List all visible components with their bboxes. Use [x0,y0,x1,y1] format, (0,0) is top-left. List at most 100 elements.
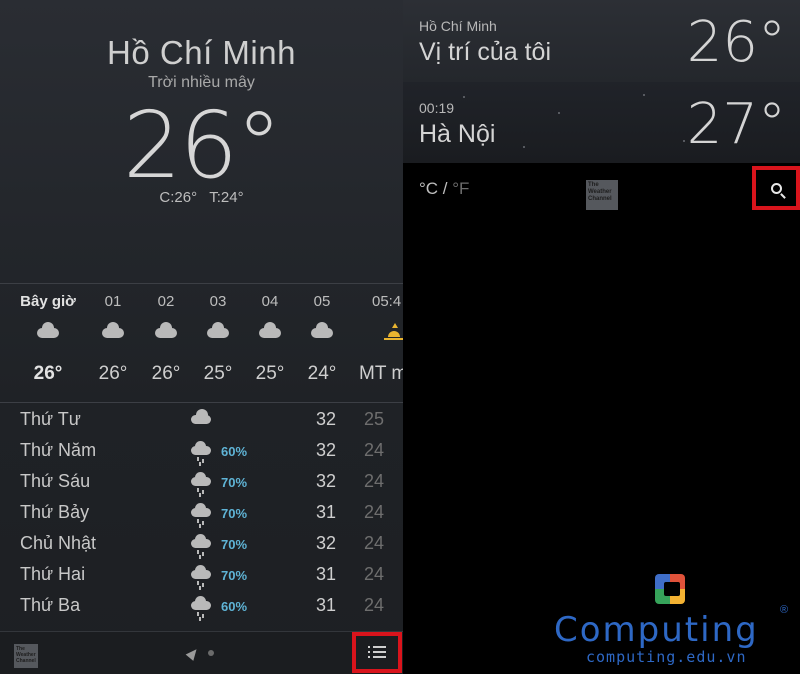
rain-icon [191,441,211,461]
hour-label: 01 [104,293,122,310]
hour-temp: MT m [359,363,403,384]
hour-item: 02 26° [136,292,196,394]
divider [0,283,403,284]
logo-text: The Weather Channel [588,182,612,202]
day-name: Thứ Bảy [20,502,90,522]
low-temp: T:24° [209,189,244,206]
cloud-icon [155,322,177,338]
daily-row: Thứ Tư 32 25 [0,405,403,436]
hour-item: 01 26° [83,292,143,394]
condition-text: Trời nhiều mây [148,74,255,91]
day-high: 32 [315,440,336,460]
day-low: 25 [363,409,384,429]
location-name: Hà Nội [419,120,496,148]
day-high: 32 [315,533,336,553]
hour-item: 04 25° [240,292,300,394]
watermark-url: computing.edu.vn [586,648,747,666]
rain-icon [191,596,211,616]
daily-row: Thứ Ba 60% 31 24 [0,591,403,622]
hourly-forecast[interactable]: Bây giờ 26° 01 26° 02 26° 03 25° 04 25° … [0,292,403,400]
location-row-hanoi[interactable]: 00:19 Hà Nội 27° [403,82,800,163]
daily-row: Thứ Năm 60% 32 24 [0,436,403,467]
daily-row: Thứ Bảy 70% 31 24 [0,498,403,529]
hour-label: 03 [209,293,227,310]
cloud-icon [259,322,281,338]
list-icon [368,646,386,659]
location-city: Hồ Chí Minh [419,18,497,34]
hour-temp: 26° [151,363,181,384]
location-time: 00:19 [419,100,455,116]
weather-channel-logo[interactable]: The Weather Channel [586,180,618,210]
hour-label: 02 [157,293,175,310]
day-name: Thứ Hai [20,564,86,584]
rain-icon [191,534,211,554]
hour-temp: 26° [98,363,128,384]
search-button[interactable] [752,166,800,210]
celsius-label: °C [419,179,439,198]
rain-icon [191,503,211,523]
day-low: 24 [363,471,384,491]
hour-item: Bây giờ 26° [18,292,78,394]
cloud-icon [311,322,333,338]
day-name: Chủ Nhật [20,533,97,553]
hour-label: Bây giờ [20,293,76,310]
hour-temp: 25° [255,363,285,384]
daily-row: Chủ Nhật 70% 32 24 [0,529,403,560]
rain-icon [191,565,211,585]
day-low: 24 [363,595,384,615]
page-dot[interactable] [208,650,214,656]
day-high: 31 [315,564,336,584]
location-arrow-icon[interactable] [185,646,201,661]
hour-label: 05 [313,293,331,310]
location-temp: 26° [686,10,786,75]
search-icon [770,182,782,194]
sunrise-icon [383,323,403,343]
day-low: 24 [363,564,384,584]
location-row-current[interactable]: Hồ Chí Minh Vị trí của tôi 26° [403,0,800,82]
city-name: Hồ Chí Minh [107,34,296,71]
day-low: 24 [363,502,384,522]
precip-chance: 70% [221,537,248,552]
logo-text: The Weather Channel [16,646,36,664]
weather-detail-pane: Hồ Chí Minh Trời nhiều mây 26° C:26° T:2… [0,0,403,674]
hour-label: 04 [261,293,279,310]
unit-toggle[interactable]: °C / °F [419,179,469,199]
watermark-title: Computing [554,610,759,650]
cloud-icon [207,322,229,338]
day-high: 32 [315,409,336,429]
day-name: Thứ Tư [20,409,81,429]
bottom-toolbar: The Weather Channel [0,631,403,674]
high-low: C:26° T:24° [0,189,403,206]
divider [0,402,403,403]
daily-forecast[interactable]: Thứ Tư 32 25 Thứ Năm 60% 32 24 Thứ Sáu 7… [0,405,403,630]
registered-mark: ® [780,604,789,616]
day-name: Thứ Ba [20,595,81,615]
precip-chance: 70% [221,506,248,521]
day-high: 31 [315,502,336,522]
hour-temp: 24° [307,363,337,384]
hour-label: 05:4 [372,293,402,310]
precip-chance: 60% [221,599,248,614]
hour-temp: 25° [203,363,233,384]
day-high: 31 [315,595,336,615]
rain-icon [191,472,211,492]
cloud-icon [102,322,124,338]
daily-row: Thứ Sáu 70% 32 24 [0,467,403,498]
location-temp: 27° [686,92,786,157]
hour-item: 03 25° [188,292,248,394]
day-low: 24 [363,440,384,460]
watermark: Computing ® computing.edu.vn [554,570,800,674]
high-temp: C:26° [159,189,198,206]
fahrenheit-label: °F [452,179,470,198]
location-name: Vị trí của tôi [419,38,551,66]
current-temperature: 26° [122,92,282,199]
weather-channel-logo[interactable]: The Weather Channel [14,644,38,668]
day-name: Thứ Sáu [20,471,91,491]
hour-item: 05:4 MT m [356,292,403,394]
day-high: 32 [315,471,336,491]
cloud-icon [37,322,59,338]
day-name: Thứ Năm [20,440,97,460]
city-list-button[interactable] [352,632,402,673]
hour-item: 05 24° [292,292,352,394]
precip-chance: 70% [221,568,248,583]
